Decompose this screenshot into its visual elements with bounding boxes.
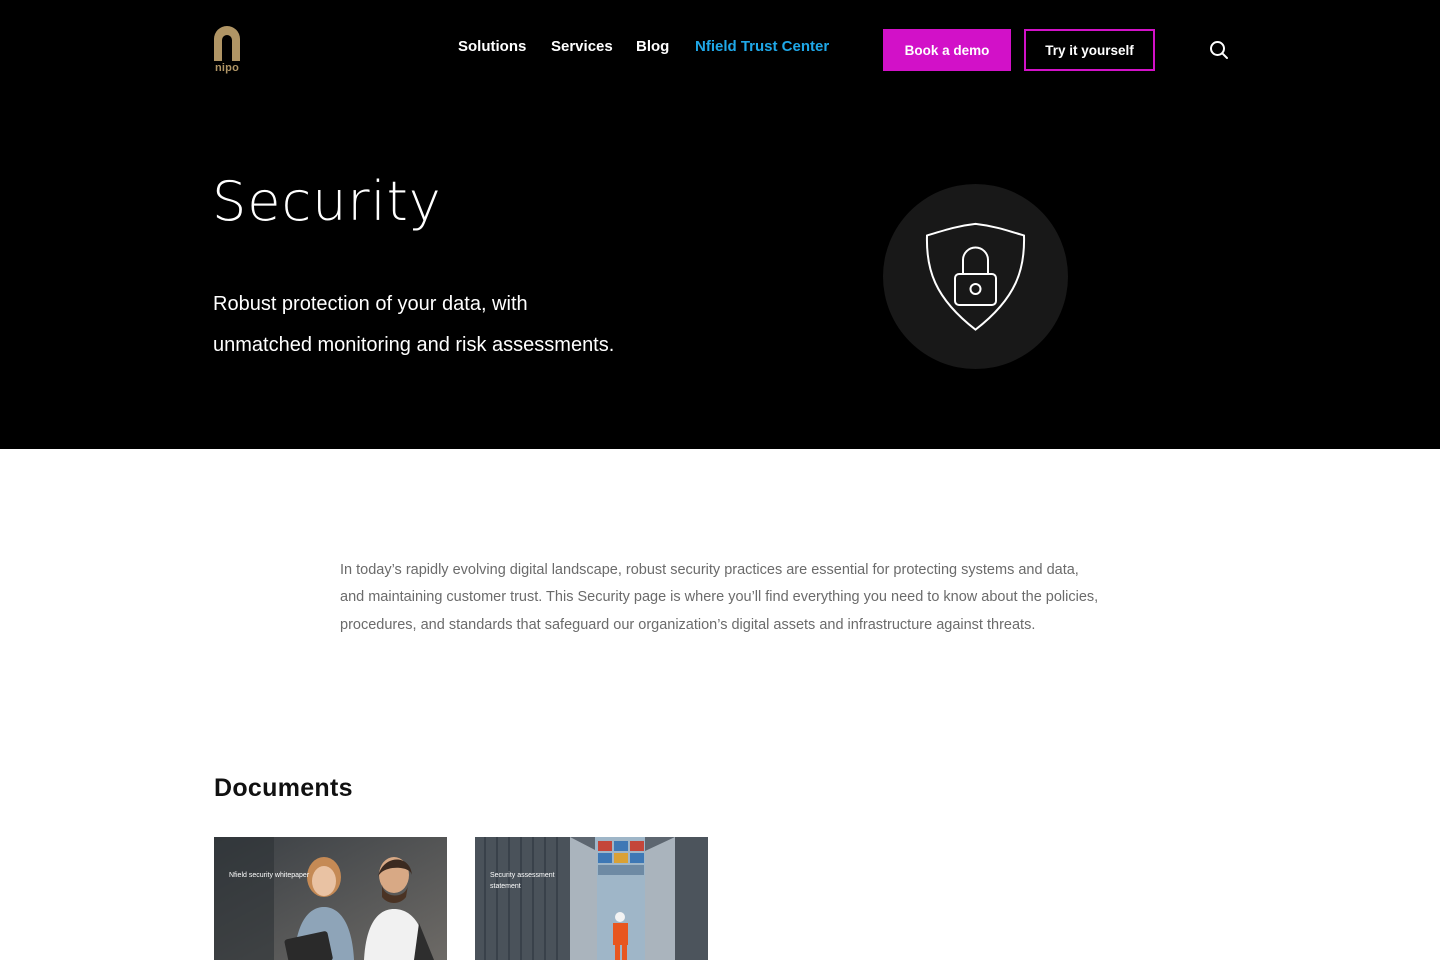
intro-paragraph: In today’s rapidly evolving digital land… [340,562,1099,633]
nav-item-services[interactable]: Services [551,38,613,55]
page-title: Security [212,170,442,233]
documents-heading: Documents [214,774,353,802]
hero-subtitle-line-1: Robust protection of your data, with [213,293,528,315]
nav-item-blog[interactable]: Blog [636,38,669,55]
shield-lock-icon [925,222,1026,331]
nipo-logo[interactable]: nipo [212,25,244,75]
book-demo-button[interactable]: Book a demo [883,29,1011,71]
document-card-title: Nfield security whitepaper [229,872,310,879]
hero-section: nipo Solutions Services Blog Nfield Trus… [0,0,1440,449]
document-card-title: Security assessment statement [490,872,555,890]
document-card-whitepaper[interactable]: Nfield security whitepaper [214,837,447,960]
hero-subtitle: Robust protection of your data, with unm… [213,284,673,366]
logo-mark-icon [214,26,240,61]
search-icon[interactable] [1208,39,1230,61]
nav-item-solutions[interactable]: Solutions [458,38,526,55]
security-badge [883,184,1068,369]
assessment-cover-image [475,837,708,960]
nav-item-nfield-trust-center[interactable]: Nfield Trust Center [695,38,829,55]
hero-subtitle-line-2: unmatched monitoring and risk assessment… [213,334,615,356]
whitepaper-cover-image [214,837,447,960]
try-it-yourself-button[interactable]: Try it yourself [1024,29,1155,71]
logo-wordmark: nipo [214,62,239,74]
document-card-assessment[interactable]: Security assessment statement [475,837,708,960]
